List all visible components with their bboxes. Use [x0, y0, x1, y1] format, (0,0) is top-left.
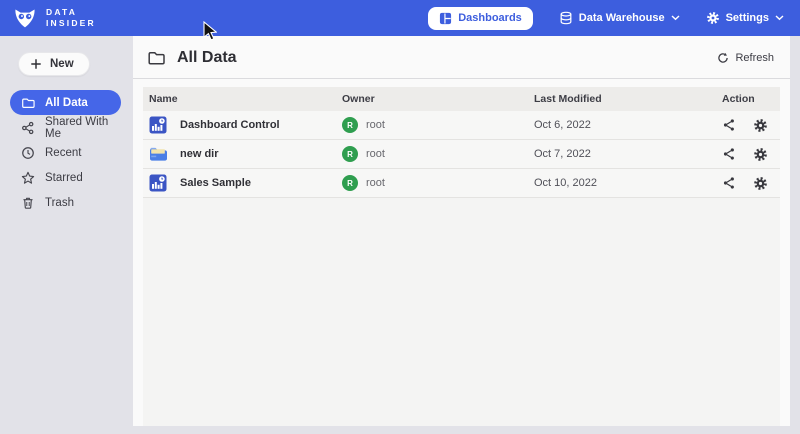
column-header-action: Action	[714, 93, 780, 105]
owl-logo-icon	[12, 5, 38, 31]
table-row[interactable]: Sales Sample R root Oct 10, 2022	[143, 169, 780, 198]
last-modified-cell: Oct 6, 2022	[534, 119, 714, 131]
plus-icon	[30, 58, 42, 70]
data-table: Name Owner Last Modified Action	[143, 87, 780, 426]
dashboard-file-icon	[149, 116, 167, 134]
last-modified-cell: Oct 10, 2022	[534, 177, 714, 189]
action-cell	[714, 118, 780, 133]
sidebar-item[interactable]: Shared With Me	[10, 115, 121, 140]
page-title: All Data	[177, 49, 237, 67]
owner-name: root	[366, 148, 385, 160]
owner-name: root	[366, 177, 385, 189]
gear-icon[interactable]	[753, 118, 768, 133]
owner-cell: R root	[342, 117, 534, 133]
refresh-icon	[717, 52, 729, 64]
dashboard-grid-icon	[439, 12, 452, 25]
sidebar-item-label: All Data	[45, 97, 88, 109]
settings-menu[interactable]: Settings	[706, 11, 784, 25]
data-warehouse-label: Data Warehouse	[579, 12, 665, 24]
new-button[interactable]: New	[18, 52, 90, 76]
gear-icon[interactable]	[753, 147, 768, 162]
sidebar-item-label: Starred	[45, 172, 83, 184]
action-cell	[714, 147, 780, 162]
dashboard-file-icon	[149, 174, 167, 192]
settings-label: Settings	[726, 12, 769, 24]
sidebar-item-label: Shared With Me	[45, 116, 113, 140]
share-icon	[21, 121, 35, 135]
sidebar-item[interactable]: Starred	[10, 165, 121, 190]
sidebar-item-label: Trash	[45, 197, 74, 209]
folder-icon	[21, 96, 35, 110]
folder-icon	[147, 49, 165, 67]
action-cell	[714, 176, 780, 191]
dashboards-label: Dashboards	[458, 12, 522, 24]
app-title: DATA INSIDER	[46, 7, 96, 30]
refresh-button[interactable]: Refresh	[717, 52, 774, 64]
sidebar-item[interactable]: All Data	[10, 90, 121, 115]
file-name: Dashboard Control	[180, 119, 280, 131]
column-header-modified: Last Modified	[534, 93, 714, 105]
chevron-down-icon	[775, 15, 784, 21]
name-cell[interactable]: new dir	[149, 145, 342, 163]
gear-icon	[706, 11, 720, 25]
sidebar-nav: All Data	[10, 90, 121, 215]
trash-icon	[21, 196, 35, 210]
sidebar-item[interactable]: Recent	[10, 140, 121, 165]
share-icon[interactable]	[722, 176, 736, 190]
main-area: All Data Refresh Name Owner Last Modifie	[131, 36, 800, 434]
owner-cell: R root	[342, 146, 534, 162]
last-modified-cell: Oct 7, 2022	[534, 148, 714, 160]
name-cell[interactable]: Dashboard Control	[149, 116, 342, 134]
new-button-label: New	[50, 58, 74, 70]
star-icon	[21, 171, 35, 185]
table-row[interactable]: Dashboard Control R root Oct 6, 2022	[143, 111, 780, 140]
sidebar: New	[0, 36, 131, 434]
column-header-owner: Owner	[342, 93, 534, 105]
owner-avatar: R	[342, 175, 358, 191]
table-row[interactable]: new dir R root Oct 7, 2022	[143, 140, 780, 169]
owner-cell: R root	[342, 175, 534, 191]
owner-name: root	[366, 119, 385, 131]
gear-icon[interactable]	[753, 176, 768, 191]
file-name: Sales Sample	[180, 177, 251, 189]
owner-avatar: R	[342, 117, 358, 133]
data-warehouse-menu[interactable]: Data Warehouse	[559, 11, 680, 25]
share-icon[interactable]	[722, 118, 736, 132]
content-card: All Data Refresh Name Owner Last Modifie	[133, 36, 790, 426]
folder-file-icon	[149, 145, 167, 163]
dashboards-button[interactable]: Dashboards	[428, 7, 533, 30]
chevron-down-icon	[671, 15, 680, 21]
content-header: All Data Refresh	[133, 36, 790, 79]
column-header-name: Name	[149, 93, 342, 105]
topbar: DATA INSIDER Dashboards Data Warehous	[0, 0, 800, 36]
database-icon	[559, 11, 573, 25]
clock-icon	[21, 146, 35, 160]
name-cell[interactable]: Sales Sample	[149, 174, 342, 192]
app-logo: DATA INSIDER	[12, 5, 96, 31]
table-header-row: Name Owner Last Modified Action	[143, 87, 780, 111]
share-icon[interactable]	[722, 147, 736, 161]
file-name: new dir	[180, 148, 219, 160]
sidebar-item[interactable]: Trash	[10, 190, 121, 215]
refresh-label: Refresh	[735, 52, 774, 64]
sidebar-item-label: Recent	[45, 147, 81, 159]
owner-avatar: R	[342, 146, 358, 162]
